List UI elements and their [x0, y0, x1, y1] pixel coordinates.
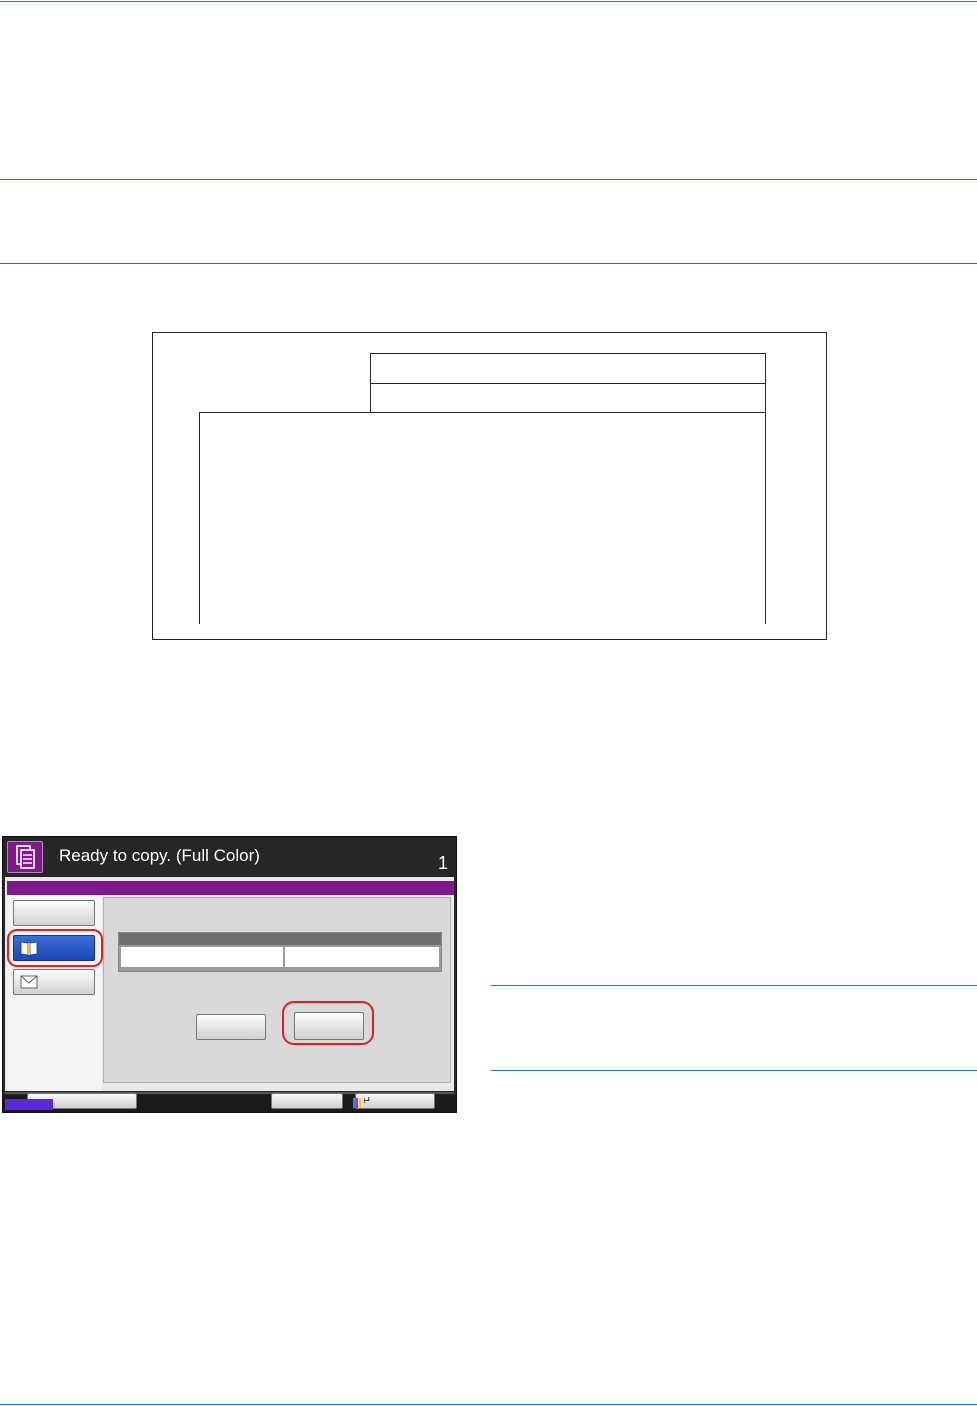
email-button[interactable] [13, 969, 95, 995]
toner-level-icon [353, 1098, 367, 1110]
note-rule-bottom [0, 263, 977, 264]
bottom-button-middle[interactable] [271, 1093, 343, 1109]
side-note-rule-bottom [491, 1070, 977, 1071]
enter-button[interactable]: ↵ [355, 1093, 435, 1109]
progress-indicator [5, 1099, 53, 1110]
table-cell-left[interactable] [121, 947, 283, 967]
side-button-top[interactable] [13, 900, 95, 926]
copy-icon [7, 841, 43, 873]
diagram-bar-top [370, 353, 766, 354]
panel-header: Ready to copy. (Full Color) 1 [3, 837, 456, 877]
bottom-rule [0, 1404, 977, 1405]
table-cell-right[interactable] [285, 947, 439, 967]
status-message: Ready to copy. (Full Color) [59, 846, 260, 865]
destination-table [118, 932, 442, 972]
status-bar: ↵ [3, 1093, 456, 1112]
cancel-button[interactable] [196, 1014, 266, 1040]
copy-count: 1 [437, 853, 448, 873]
diagram-bar-lower [199, 412, 766, 413]
side-note-rule-top [491, 985, 977, 986]
table-header [119, 933, 441, 945]
panel-content [5, 877, 454, 1091]
operation-panel: Ready to copy. (Full Color) 1 ↵ [2, 836, 457, 1113]
note-rule-top [0, 179, 977, 180]
highlight-address-book [7, 929, 103, 967]
highlight-ok [282, 1001, 374, 1045]
diagram-bar-middle [370, 383, 766, 384]
envelope-icon [20, 975, 38, 994]
destination-side-menu [7, 895, 103, 1091]
address-entry-area [103, 897, 451, 1083]
diagram-area-left-edge [199, 412, 200, 624]
top-rule [0, 1, 977, 2]
diagram-bar-left-edge [370, 353, 371, 413]
tab-bar [7, 881, 454, 895]
diagram-area-right-edge [765, 353, 766, 624]
diagram-frame [152, 332, 827, 640]
